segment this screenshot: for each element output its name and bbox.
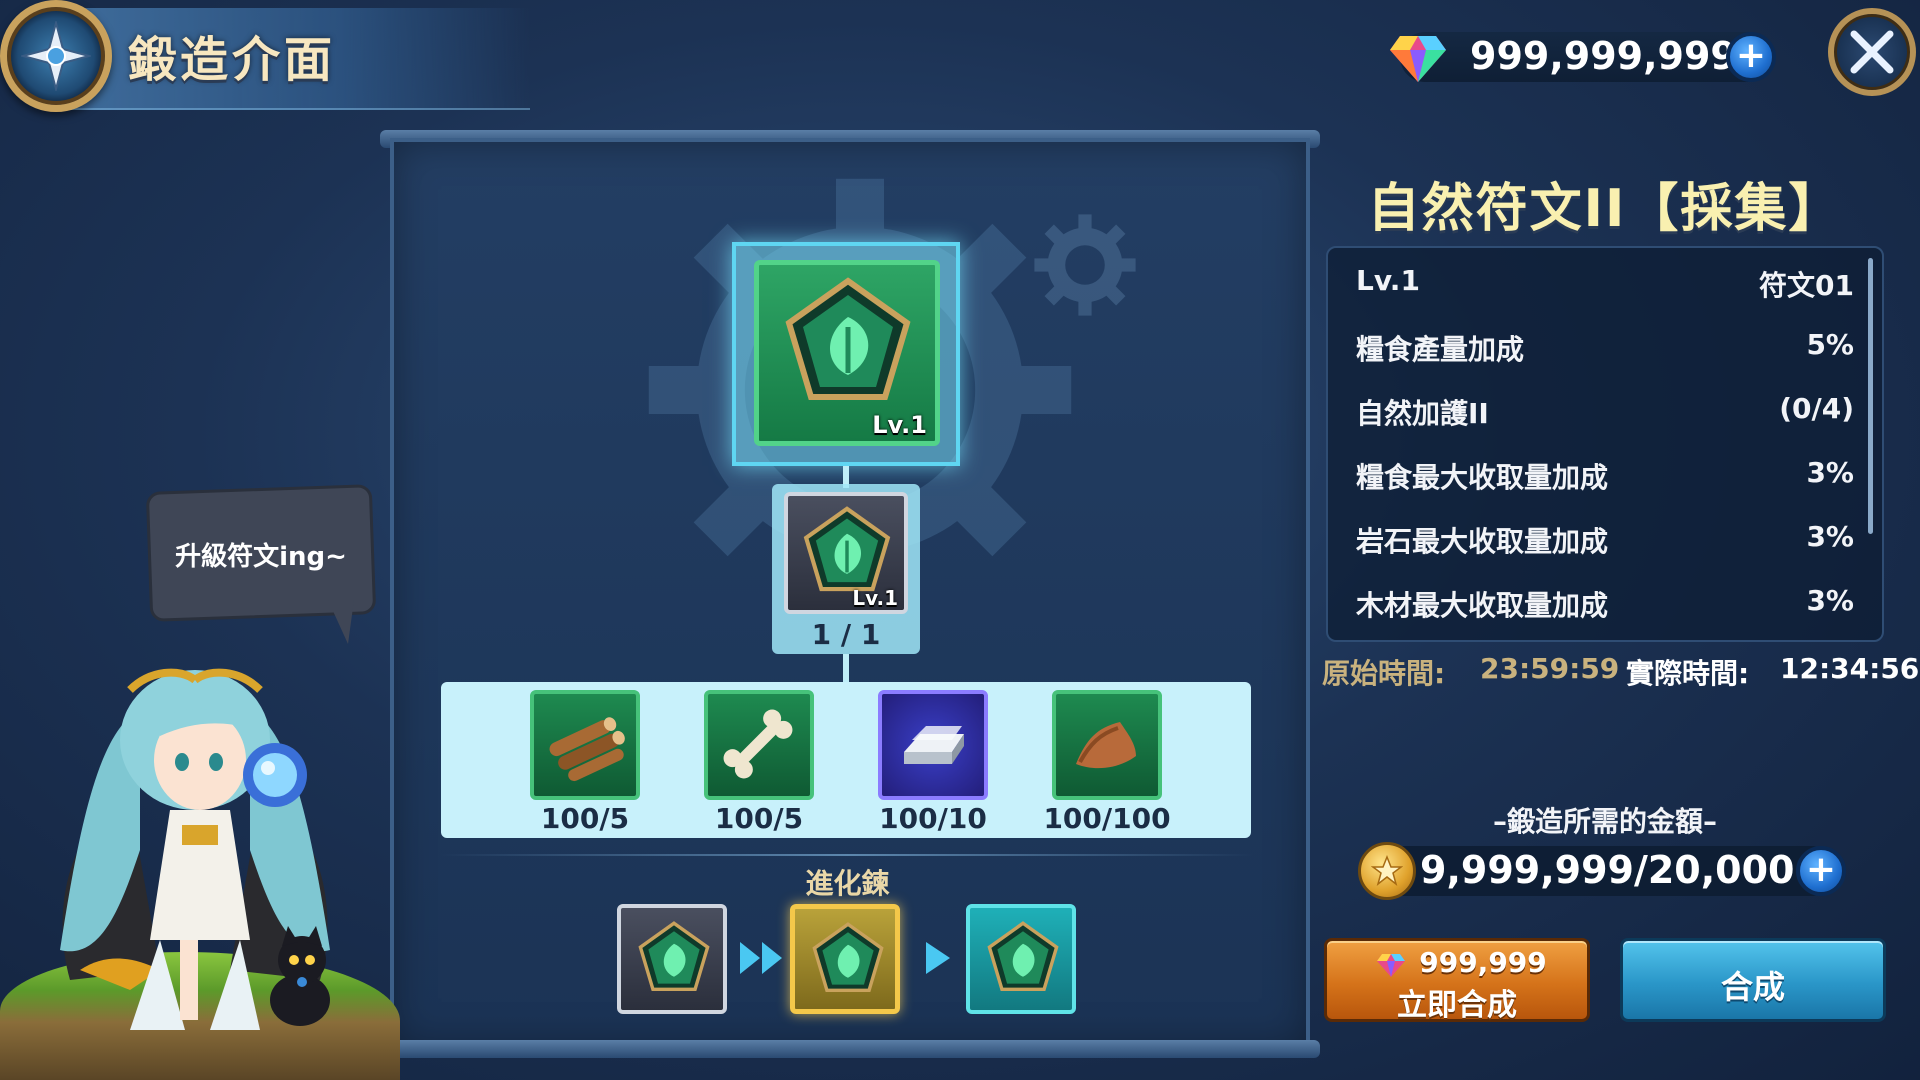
character-illustration — [60, 668, 330, 1030]
nature-rune-icon — [987, 921, 1059, 992]
material-count: 100/5 — [540, 802, 630, 835]
speech-bubble-tail — [328, 600, 354, 644]
original-time-value: 23:59:59 — [1480, 652, 1620, 685]
close-button[interactable] — [1828, 8, 1916, 96]
rune-name-title: 自然符文II【採集】 — [1367, 179, 1843, 239]
compass-emblem-icon — [0, 0, 112, 112]
divider — [440, 854, 1254, 856]
rainbow-gem-icon — [1377, 954, 1405, 977]
arrow-right-icon — [926, 942, 950, 974]
original-time-label: 原始時間: — [1322, 657, 1446, 690]
close-icon — [1850, 30, 1894, 74]
forge-cost-label: –鍛造所需的金額– — [1492, 805, 1717, 838]
evolution-rune-2-current[interactable] — [790, 904, 900, 1014]
wood-logs-icon — [549, 717, 625, 782]
stat-value: (0/4) — [1779, 392, 1854, 425]
bone-icon — [723, 709, 793, 779]
stat-row: 岩石最大收取量加成 3% — [1356, 520, 1854, 560]
nature-rune-icon — [785, 277, 911, 400]
stat-label: 糧食最大收取量加成 — [1356, 461, 1609, 494]
material-count: 100/5 — [714, 802, 804, 835]
stats-scrollbar[interactable] — [1868, 258, 1873, 534]
panel-rail-bottom — [380, 1040, 1320, 1058]
evolution-rune-3[interactable] — [966, 904, 1076, 1014]
stat-row: 自然加護II (0/4) — [1356, 392, 1854, 432]
nature-rune-icon — [812, 922, 884, 993]
main-rune-slot[interactable]: Lv.1 — [754, 260, 940, 446]
nature-rune-icon — [803, 506, 891, 592]
forge-button-label: 合成 — [1720, 968, 1785, 1006]
required-rune-slot[interactable]: Lv.1 — [784, 492, 908, 614]
stat-label: 自然加護II — [1356, 397, 1489, 430]
stat-label: 糧食產量加成 — [1356, 333, 1525, 366]
material-count: 100/10 — [879, 802, 987, 835]
double-arrow-icon — [740, 942, 782, 974]
stat-value: 符文01 — [1759, 269, 1854, 302]
gear-decoration — [1034, 214, 1136, 316]
evolution-rune-1[interactable] — [617, 904, 727, 1014]
stat-row: 木材最大收取量加成 3% — [1356, 584, 1854, 624]
nature-rune-icon — [638, 921, 710, 992]
gem-amount: 999,999,999 — [1470, 34, 1737, 78]
stat-value: 3% — [1806, 584, 1854, 617]
stat-label: 木材最大收取量加成 — [1356, 589, 1609, 622]
add-gold-button[interactable]: + — [1796, 846, 1846, 896]
evolution-chain-label: 進化鍊 — [805, 867, 890, 900]
stat-value: 5% — [1806, 328, 1854, 361]
stat-label: Lv.1 — [1356, 264, 1420, 297]
required-rune-count: 1 / 1 — [811, 618, 881, 651]
main-rune-level: Lv.1 — [872, 411, 927, 439]
instant-forge-label: 立即合成 — [1397, 988, 1517, 1023]
rainbow-gem-icon — [1390, 36, 1446, 82]
speech-text: 升級符文ing~ — [175, 542, 347, 572]
page-title: 鍛造介面 — [128, 32, 337, 88]
leather-hide-icon — [1076, 722, 1136, 769]
add-gems-button[interactable]: + — [1726, 32, 1776, 82]
stat-row: Lv.1 符文01 — [1356, 264, 1854, 304]
actual-time-value: 12:34:56 — [1780, 652, 1920, 685]
stat-value: 3% — [1806, 456, 1854, 489]
instant-forge-cost: 999,999 — [1419, 946, 1547, 979]
required-rune-level: Lv.1 — [852, 586, 898, 610]
stat-row: 糧食產量加成 5% — [1356, 328, 1854, 368]
gold-coin-icon — [1358, 842, 1416, 900]
stat-label: 岩石最大收取量加成 — [1356, 525, 1609, 558]
material-slot-bone[interactable] — [704, 690, 814, 800]
actual-time-label: 實際時間: — [1626, 657, 1750, 690]
stat-row: 糧食最大收取量加成 3% — [1356, 456, 1854, 496]
material-slot-wood[interactable] — [530, 690, 640, 800]
material-count: 100/100 — [1043, 802, 1171, 835]
silver-ingot-icon — [904, 726, 964, 764]
connector-line — [843, 654, 849, 684]
material-slot-silver[interactable] — [878, 690, 988, 800]
material-slot-leather[interactable] — [1052, 690, 1162, 800]
stat-value: 3% — [1806, 520, 1854, 553]
gold-amount: 9,999,999/20,000 — [1420, 848, 1795, 892]
stats-list — [1326, 246, 1884, 642]
